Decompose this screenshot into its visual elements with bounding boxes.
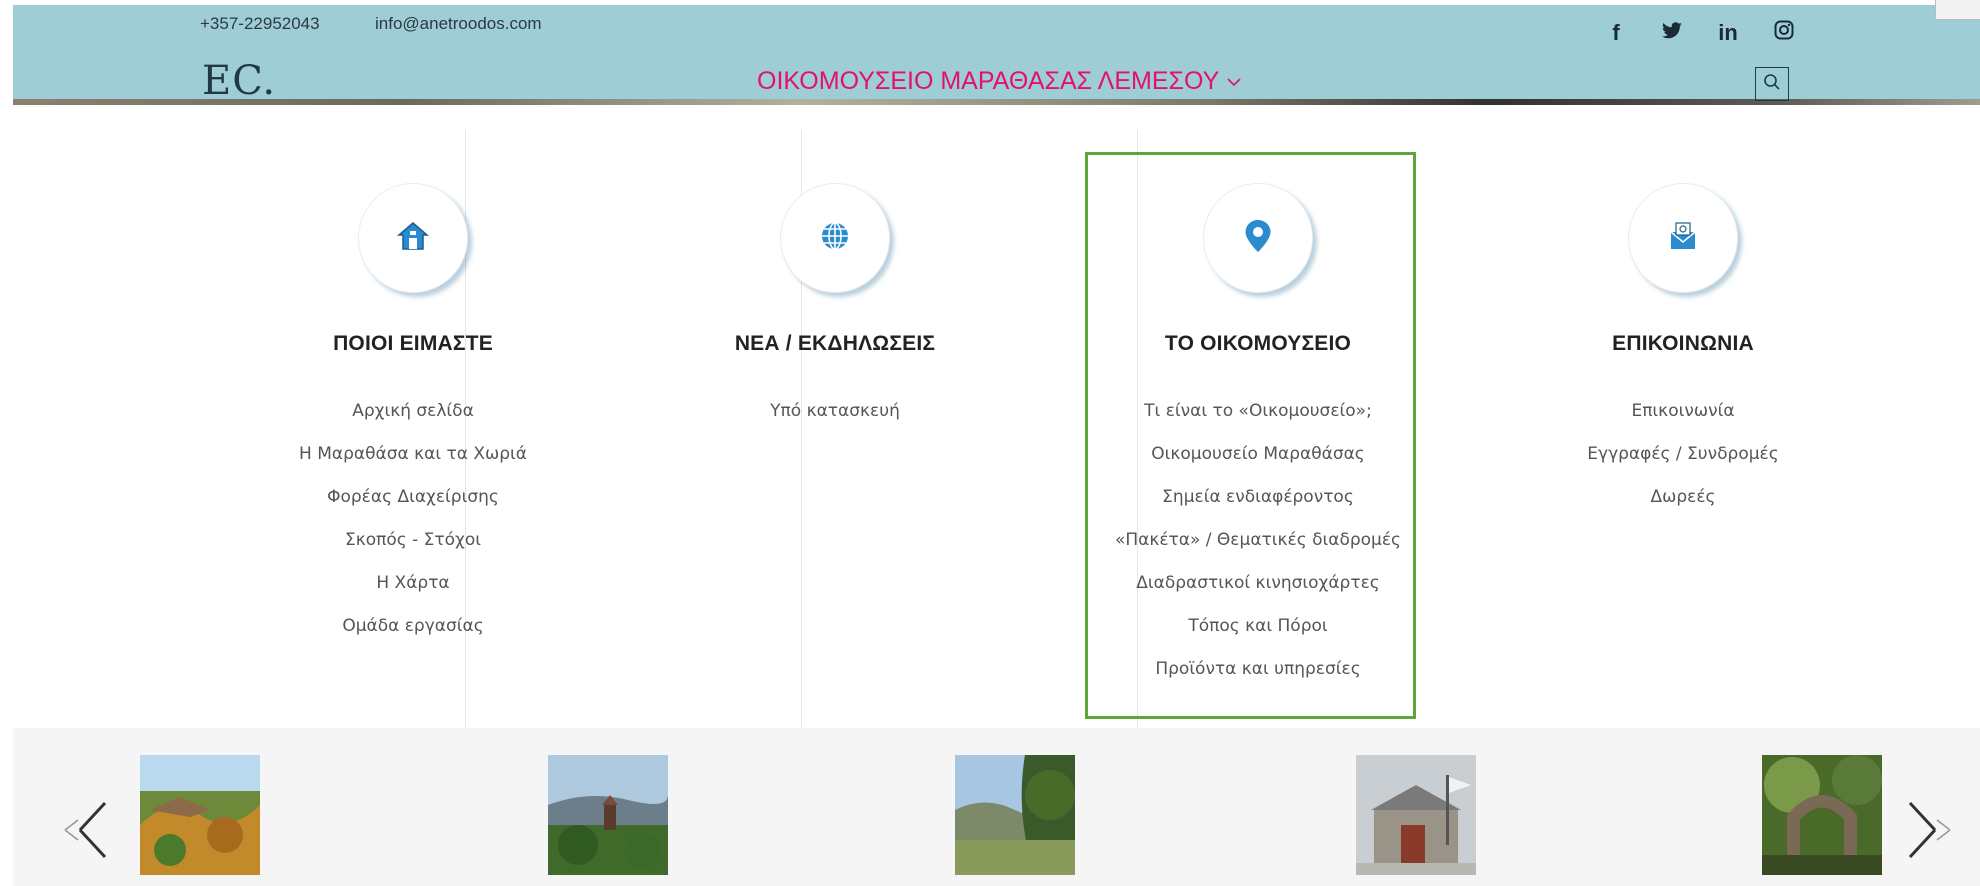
carousel-thumbnail[interactable] bbox=[140, 755, 260, 875]
column-links: Επικοινωνία Εγγραφές / Συνδρομές Δωρεές bbox=[1473, 390, 1893, 519]
carousel-prev-button[interactable] bbox=[60, 795, 110, 869]
column-links: Υπό κατασκευή bbox=[625, 390, 1045, 433]
nav-title-menu[interactable]: ΟΙΚΟΜΟΥΣΕΙΟ ΜΑΡΑΘΑΣΑΣ ΛΕΜΕΣΟΥ bbox=[757, 67, 1241, 96]
carousel-thumbnail[interactable] bbox=[1762, 755, 1882, 875]
carousel-next-button[interactable] bbox=[1905, 795, 1955, 869]
facebook-icon[interactable]: f bbox=[1602, 20, 1630, 46]
column-links: Αρχική σελίδα Η Μαραθάσα και τα Χωριά Φο… bbox=[203, 390, 623, 648]
instagram-icon[interactable] bbox=[1770, 20, 1798, 46]
menu-link[interactable]: Επικοινωνία bbox=[1473, 390, 1893, 433]
icon-circle bbox=[780, 183, 890, 293]
carousel-thumbnail[interactable] bbox=[955, 755, 1075, 875]
icon-circle bbox=[358, 183, 468, 293]
search-button[interactable] bbox=[1755, 67, 1789, 101]
header-image-strip bbox=[13, 99, 1980, 105]
carousel-thumbnail[interactable] bbox=[1356, 755, 1476, 875]
email-link[interactable]: info@anetroodos.com bbox=[375, 14, 542, 34]
menu-link[interactable]: Η Μαραθάσα και τα Χωριά bbox=[203, 433, 623, 476]
social-links: f in bbox=[1602, 20, 1798, 46]
phone-link[interactable]: +357-22952043 bbox=[200, 14, 320, 34]
menu-link[interactable]: Σκοπός - Στόχοι bbox=[203, 519, 623, 562]
chevron-down-icon bbox=[1227, 71, 1241, 92]
menu-link[interactable]: Υπό κατασκευή bbox=[625, 390, 1045, 433]
icon-circle bbox=[1628, 183, 1738, 293]
carousel-thumbnail[interactable] bbox=[548, 755, 668, 875]
column-contact: ΕΠΙΚΟΙΝΩΝΙΑ Επικοινωνία Εγγραφές / Συνδρ… bbox=[1473, 130, 1893, 730]
menu-link[interactable]: Δωρεές bbox=[1473, 476, 1893, 519]
mail-icon bbox=[1666, 219, 1700, 258]
column-title: ΝΕΑ / ΕΚΔΗΛΩΣΕΙΣ bbox=[734, 332, 936, 355]
menu-link[interactable]: Φορέας Διαχείρισης bbox=[203, 476, 623, 519]
menu-link[interactable]: Η Χάρτα bbox=[203, 562, 623, 605]
column-news-events: ΝΕΑ / ΕΚΔΗΛΩΣΕΙΣ Υπό κατασκευή bbox=[625, 130, 1045, 730]
menu-columns: ΠΟΙΟΙ ΕΙΜΑΣΤΕ Αρχική σελίδα Η Μαραθάσα κ… bbox=[13, 130, 1980, 730]
menu-link[interactable]: Αρχική σελίδα bbox=[203, 390, 623, 433]
home-icon bbox=[396, 219, 430, 258]
menu-link[interactable]: Εγγραφές / Συνδρομές bbox=[1473, 433, 1893, 476]
column-title: ΕΠΙΚΟΙΝΩΝΙΑ bbox=[1612, 332, 1754, 355]
nav-title-label: ΟΙΚΟΜΟΥΣΕΙΟ ΜΑΡΑΘΑΣΑΣ ΛΕΜΕΣΟΥ bbox=[757, 67, 1220, 95]
linkedin-icon[interactable]: in bbox=[1714, 20, 1742, 46]
column-title: ΠΟΙΟΙ ΕΙΜΑΣΤΕ bbox=[333, 332, 493, 355]
menu-link[interactable]: Ομάδα εργασίας bbox=[203, 605, 623, 648]
highlight-frame bbox=[1085, 152, 1416, 719]
corner-decoration bbox=[1935, 0, 1980, 20]
column-who-we-are: ΠΟΙΟΙ ΕΙΜΑΣΤΕ Αρχική σελίδα Η Μαραθάσα κ… bbox=[203, 130, 623, 730]
site-logo[interactable]: EC. bbox=[202, 58, 276, 104]
twitter-icon[interactable] bbox=[1658, 20, 1686, 46]
globe-icon bbox=[818, 219, 852, 258]
search-icon bbox=[1763, 73, 1781, 96]
